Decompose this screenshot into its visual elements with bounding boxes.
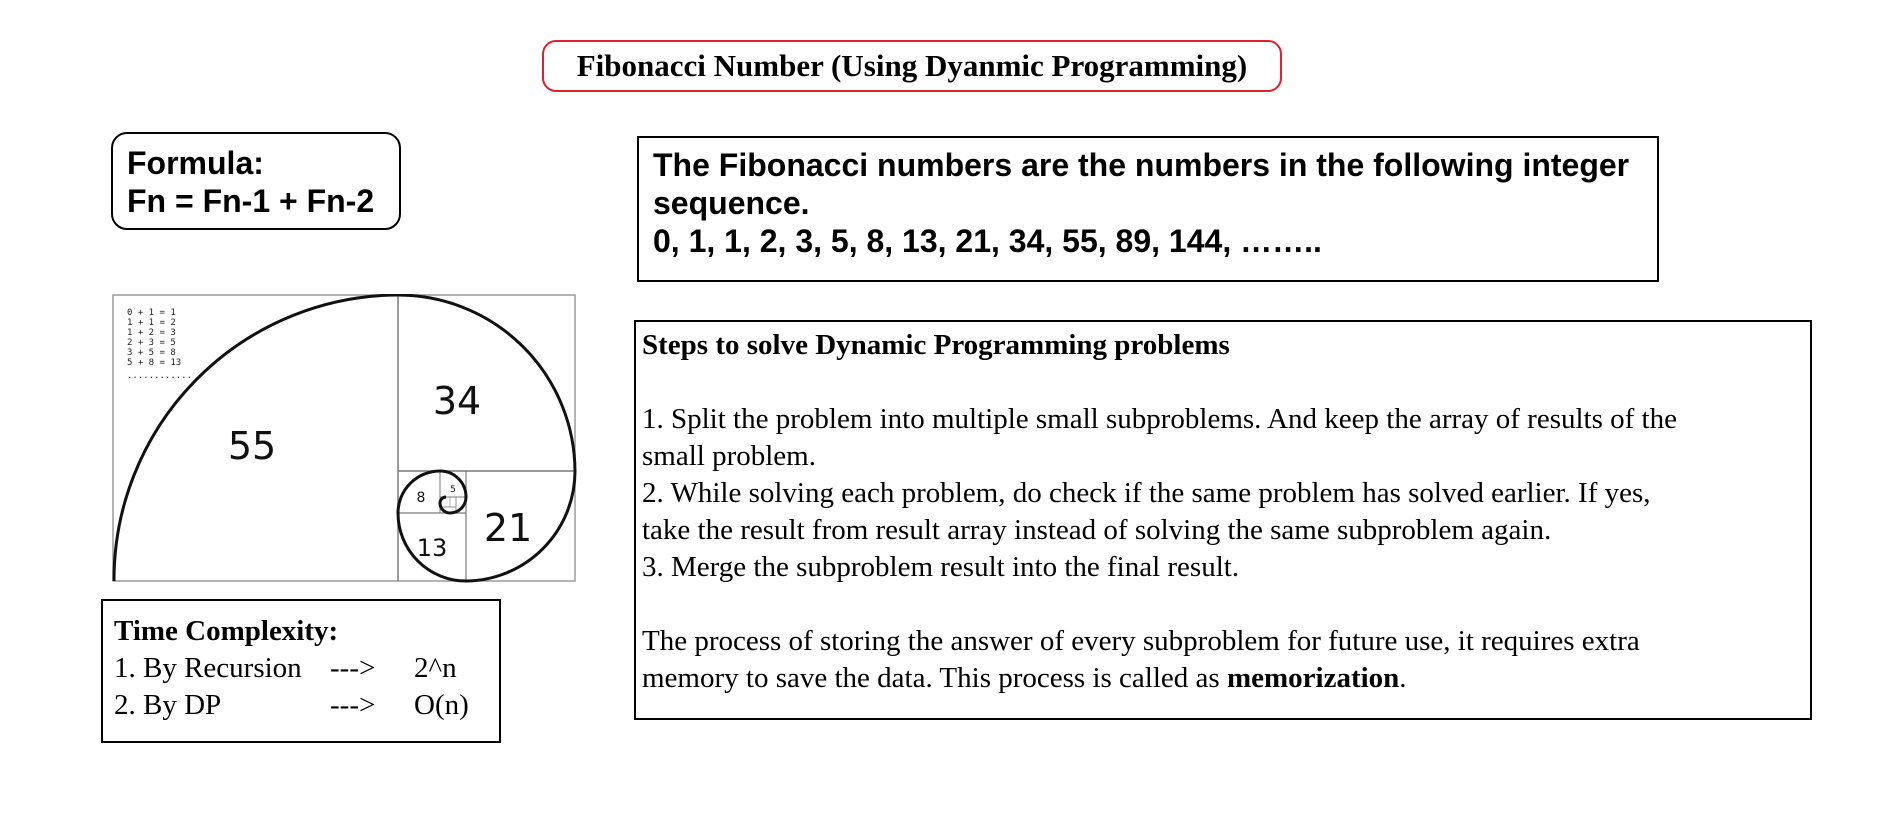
complexity-arrow: ---> — [330, 689, 376, 721]
dp-steps-box: Steps to solve Dynamic Programming probl… — [634, 320, 1812, 720]
fibonacci-description-box: The Fibonacci numbers are the numbers in… — [637, 136, 1659, 282]
memorization-keyword: memorization — [1226, 662, 1400, 694]
complexity-row-recursion: 1. By Recursion ---> 2^n — [114, 650, 499, 687]
sum-line-2: 1 + 1 = 2 — [127, 318, 176, 328]
square-label-55: 55 — [228, 424, 276, 468]
sum-line-5: 3 + 5 = 8 — [127, 348, 176, 358]
sum-line-3: 1 + 2 = 3 — [127, 328, 176, 338]
sum-line-6: 5 + 8 = 13 — [127, 358, 181, 368]
complexity-value: 2^n — [414, 652, 457, 684]
sum-line-7: ............ — [127, 371, 192, 381]
memoization-note-line-2: memory to save the data. This process is… — [642, 660, 1810, 697]
square-label-34: 34 — [433, 379, 481, 423]
step-line: 3. Merge the subproblem result into the … — [642, 551, 1240, 583]
complexity-arrow: ---> — [330, 652, 376, 684]
note-suffix: . — [1399, 662, 1407, 694]
complexity-row-dp: 2. By DP ---> O(n) — [114, 687, 499, 724]
sum-line-1: 0 + 1 = 1 — [127, 308, 176, 318]
time-complexity-box: Time Complexity: 1. By Recursion ---> 2^… — [101, 599, 501, 743]
fibonacci-spiral-figure: 0 + 1 = 1 1 + 1 = 2 1 + 2 = 3 2 + 3 = 5 … — [112, 294, 580, 586]
complexity-value: O(n) — [414, 689, 469, 721]
step-line: 1. Split the problem into multiple small… — [642, 403, 1677, 435]
complexity-label: 1. By Recursion — [114, 652, 302, 684]
note-text: memory to save the data. This process is… — [642, 662, 1227, 694]
square-label-21: 21 — [484, 506, 532, 550]
description-line-1: The Fibonacci numbers are the numbers in… — [653, 147, 1630, 183]
complexity-label: 2. By DP — [114, 689, 222, 721]
description-line-2: sequence. — [653, 185, 810, 221]
formula-label: Formula: — [127, 145, 264, 181]
square-label-5: 5 — [450, 485, 456, 495]
sum-line-4: 2 + 3 = 5 — [127, 338, 176, 348]
memoization-note-line-1: The process of storing the answer of eve… — [642, 625, 1640, 657]
steps-heading: Steps to solve Dynamic Programming probl… — [642, 329, 1230, 361]
step-line: small problem. — [642, 440, 816, 472]
step-line: take the result from result array instea… — [642, 514, 1552, 546]
formula-box: Formula: Fn = Fn-1 + Fn-2 — [111, 132, 401, 230]
step-line: 2. While solving each problem, do check … — [642, 477, 1651, 509]
formula-expression: Fn = Fn-1 + Fn-2 — [127, 183, 375, 219]
square-label-13: 13 — [417, 534, 448, 562]
square-label-8: 8 — [417, 490, 426, 506]
time-complexity-heading: Time Complexity: — [114, 615, 339, 647]
fibonacci-sequence: 0, 1, 1, 2, 3, 5, 8, 13, 21, 34, 55, 89,… — [653, 223, 1322, 259]
page-title: Fibonacci Number (Using Dyanmic Programm… — [542, 40, 1282, 92]
